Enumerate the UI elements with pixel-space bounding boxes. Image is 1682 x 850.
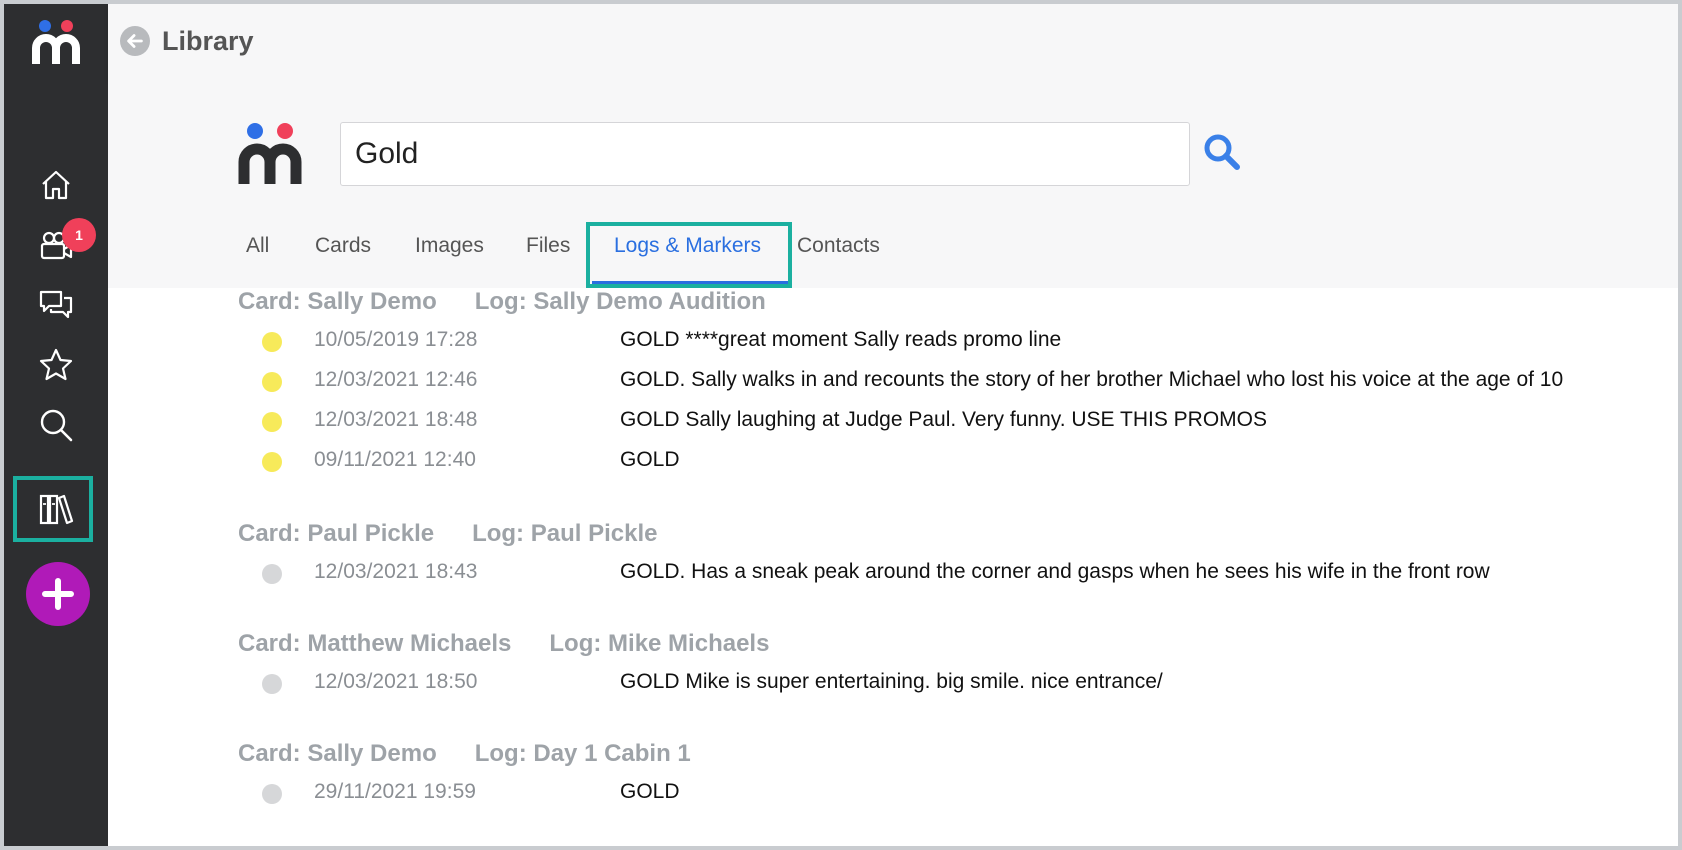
tab-highlight-box (586, 222, 792, 288)
gold-marker-icon (262, 412, 282, 432)
add-button[interactable] (26, 562, 90, 626)
log-entry-row[interactable]: 12/03/2021 18:43 GOLD. Has a sneak peak … (108, 554, 1678, 594)
grey-marker-icon (262, 784, 282, 804)
gold-marker-icon (262, 332, 282, 352)
search-submit-button[interactable] (1200, 130, 1244, 174)
group-header: Card: Sally Demo Log: Day 1 Cabin 1 (238, 740, 729, 768)
log-entry-row[interactable]: 12/03/2021 18:50 GOLD Mike is super ente… (108, 664, 1678, 704)
sidebar-item-productions[interactable]: 1 (26, 218, 96, 272)
entry-date: 12/03/2021 18:43 (314, 560, 478, 583)
search-icon (1204, 134, 1240, 170)
entry-text: GOLD Sally laughing at Judge Paul. Very … (620, 408, 1268, 431)
log-link[interactable]: Log: Day 1 Cabin 1 (475, 740, 691, 767)
group-header: Card: Matthew Michaels Log: Mike Michaels (238, 630, 807, 658)
results-list: Card: Sally Demo Log: Sally Demo Audition… (108, 288, 1678, 846)
entry-date: 09/11/2021 12:40 (314, 448, 476, 471)
log-entry-row[interactable]: 10/05/2019 17:28 GOLD ****great moment S… (108, 322, 1678, 362)
grey-marker-icon (262, 564, 282, 584)
gold-marker-icon (262, 372, 282, 392)
log-entry-row[interactable]: 09/11/2021 12:40 GOLD (108, 442, 1678, 482)
log-entry-row[interactable]: 29/11/2021 19:59 GOLD (108, 774, 1678, 814)
tab-images[interactable]: Images (415, 234, 484, 258)
notification-badge: 1 (62, 218, 96, 252)
sidebar-item-home[interactable] (26, 158, 86, 212)
entry-date: 12/03/2021 18:50 (314, 670, 478, 693)
home-icon (42, 170, 70, 200)
entry-text: GOLD (620, 448, 680, 471)
group-header: Card: Paul Pickle Log: Paul Pickle (238, 520, 695, 548)
log-link[interactable]: Log: Sally Demo Audition (475, 288, 766, 315)
sidebar: 1 (4, 4, 108, 846)
entry-date: 10/05/2019 17:28 (314, 328, 478, 351)
page-title: Library (162, 26, 254, 56)
arrow-left-icon (127, 34, 143, 48)
entry-text: GOLD. Sally walks in and recounts the st… (620, 368, 1564, 391)
search-input[interactable] (340, 122, 1190, 186)
gold-marker-icon (262, 452, 282, 472)
entry-date: 12/03/2021 18:48 (314, 408, 478, 431)
sidebar-item-messages[interactable] (26, 278, 86, 332)
brand-logo-icon (236, 122, 304, 190)
app-logo-icon[interactable] (30, 18, 82, 70)
search-panel: All Cards Images Files Logs & Markers Co… (108, 80, 1678, 288)
chat-icon (39, 290, 73, 319)
card-link[interactable]: Card: Sally Demo (238, 288, 437, 315)
top-header: Library (108, 4, 1678, 80)
plus-icon (42, 578, 74, 610)
search-icon (40, 409, 73, 442)
tab-contacts[interactable]: Contacts (797, 234, 880, 258)
tab-cards[interactable]: Cards (315, 234, 371, 258)
card-link[interactable]: Card: Matthew Michaels (238, 630, 511, 657)
star-icon (39, 348, 73, 381)
log-entry-row[interactable]: 12/03/2021 18:48 GOLD Sally laughing at … (108, 402, 1678, 442)
app-window: 1 Library Gold All Cards Images Files Lo… (4, 4, 1678, 846)
entry-text: GOLD (620, 780, 680, 803)
grey-marker-icon (262, 674, 282, 694)
tab-all[interactable]: All (246, 234, 269, 258)
sidebar-item-favorites[interactable] (26, 338, 86, 392)
log-link[interactable]: Log: Paul Pickle (472, 520, 657, 547)
tab-files[interactable]: Files (526, 234, 570, 258)
back-button[interactable] (120, 26, 150, 56)
entry-text: GOLD Mike is super entertaining. big smi… (620, 670, 1163, 693)
log-entry-row[interactable]: 12/03/2021 12:46 GOLD. Sally walks in an… (108, 362, 1678, 402)
card-link[interactable]: Card: Sally Demo (238, 740, 437, 767)
entry-text: GOLD ****great moment Sally reads promo … (620, 328, 1062, 351)
sidebar-item-search[interactable] (26, 398, 86, 452)
library-highlight-box (13, 476, 93, 542)
group-header: Card: Sally Demo Log: Sally Demo Audition (238, 288, 804, 316)
card-link[interactable]: Card: Paul Pickle (238, 520, 434, 547)
log-link[interactable]: Log: Mike Michaels (549, 630, 769, 657)
entry-date: 29/11/2021 19:59 (314, 780, 476, 803)
entry-text: GOLD. Has a sneak peak around the corner… (620, 560, 1490, 583)
entry-date: 12/03/2021 12:46 (314, 368, 478, 391)
